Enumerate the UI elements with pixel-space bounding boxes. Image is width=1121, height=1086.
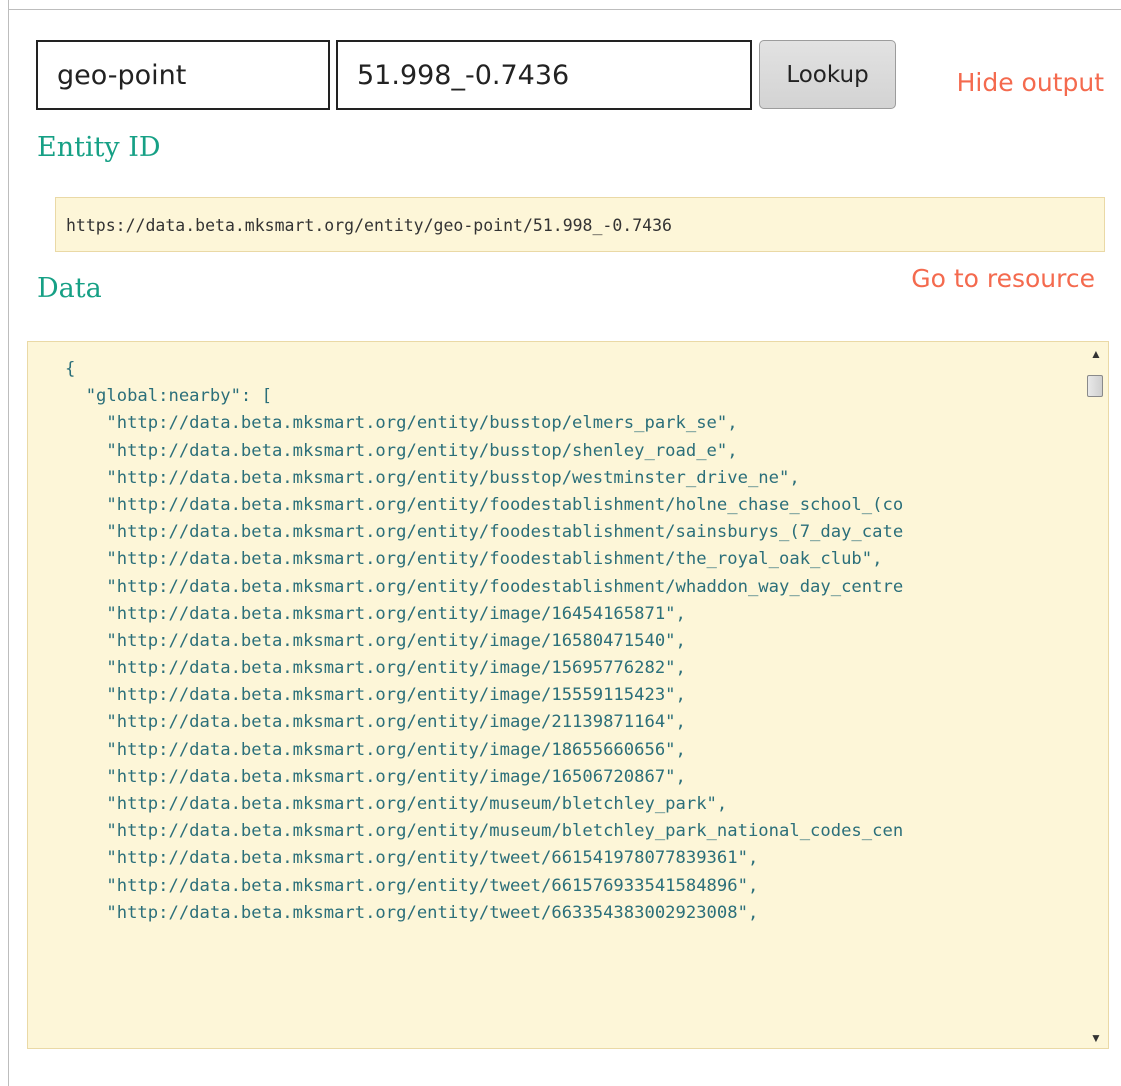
panel-left-border	[8, 0, 9, 1086]
panel-top-border	[8, 9, 1121, 10]
entity-uri-display: https://data.beta.mksmart.org/entity/geo…	[55, 197, 1105, 252]
json-line: "http://data.beta.mksmart.org/entity/twe…	[65, 848, 759, 869]
json-line: "http://data.beta.mksmart.org/entity/ima…	[65, 712, 686, 733]
entity-type-input[interactable]	[36, 40, 330, 110]
json-line: "http://data.beta.mksmart.org/entity/ima…	[65, 603, 686, 624]
json-line: "http://data.beta.mksmart.org/entity/ima…	[65, 658, 686, 679]
json-output-text: { "global:nearby": [ "http://data.beta.m…	[65, 356, 1108, 927]
json-line: "http://data.beta.mksmart.org/entity/foo…	[65, 576, 904, 597]
json-line: "http://data.beta.mksmart.org/entity/twe…	[65, 875, 759, 896]
go-to-resource-link[interactable]: Go to resource	[911, 264, 1095, 293]
json-line: "http://data.beta.mksmart.org/entity/mus…	[65, 821, 904, 842]
json-line: "http://data.beta.mksmart.org/entity/foo…	[65, 549, 883, 570]
json-line: "http://data.beta.mksmart.org/entity/mus…	[65, 794, 728, 814]
json-line: "http://data.beta.mksmart.org/entity/foo…	[65, 522, 904, 543]
entity-id-heading: Entity ID	[37, 132, 161, 163]
scroll-down-arrow-icon[interactable]: ▼	[1084, 1028, 1108, 1048]
data-heading: Data	[37, 273, 102, 304]
json-line: "global:nearby": [	[65, 386, 272, 407]
hide-output-link[interactable]: Hide output	[957, 68, 1104, 97]
entity-id-input[interactable]	[336, 40, 752, 110]
json-line: "http://data.beta.mksmart.org/entity/ima…	[65, 630, 686, 651]
json-line: {	[65, 359, 76, 379]
vertical-scrollbar[interactable]: ▲ ▼	[1084, 342, 1108, 1048]
json-line: "http://data.beta.mksmart.org/entity/bus…	[65, 440, 738, 461]
json-line: "http://data.beta.mksmart.org/entity/ima…	[65, 739, 686, 760]
scrollbar-thumb[interactable]	[1087, 375, 1103, 397]
json-line: "http://data.beta.mksmart.org/entity/bus…	[65, 413, 738, 434]
json-line: "http://data.beta.mksmart.org/entity/bus…	[65, 467, 800, 488]
scroll-up-arrow-icon[interactable]: ▲	[1084, 344, 1108, 364]
json-line: "http://data.beta.mksmart.org/entity/foo…	[65, 494, 904, 515]
json-output-panel[interactable]: { "global:nearby": [ "http://data.beta.m…	[27, 341, 1109, 1049]
json-line: "http://data.beta.mksmart.org/entity/ima…	[65, 685, 686, 706]
json-line: "http://data.beta.mksmart.org/entity/twe…	[65, 902, 759, 923]
json-line: "http://data.beta.mksmart.org/entity/ima…	[65, 766, 686, 787]
lookup-button[interactable]: Lookup	[759, 40, 896, 109]
